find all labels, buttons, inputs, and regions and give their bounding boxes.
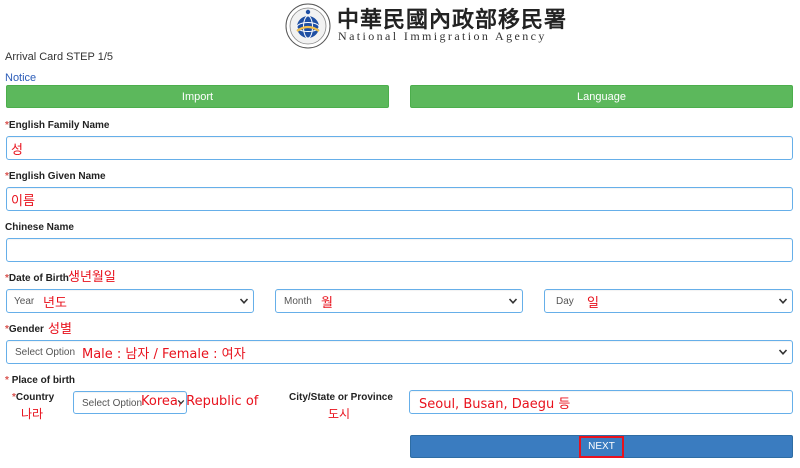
language-button[interactable]: Language bbox=[410, 85, 793, 108]
chinese-name-label: Chinese Name bbox=[5, 222, 74, 233]
step-indicator: Arrival Card STEP 1/5 bbox=[5, 51, 114, 63]
country-value-annotation: Korea, Republic of bbox=[141, 394, 259, 409]
birth-month-select[interactable] bbox=[275, 289, 523, 313]
birth-day-select[interactable] bbox=[544, 289, 793, 313]
city-annotation: 도시 bbox=[328, 407, 351, 421]
country-label: *Country bbox=[12, 392, 55, 403]
birth-day-value: Day bbox=[556, 296, 574, 307]
chevron-down-icon bbox=[778, 298, 788, 304]
birth-month-value: Month bbox=[284, 296, 312, 307]
notice-link[interactable]: Notice bbox=[5, 72, 36, 84]
city-value-annotation: Seoul, Busan, Daegu 등 bbox=[419, 397, 571, 412]
birth-year-value: Year bbox=[14, 296, 35, 307]
agency-name-english: National Immigration Agency bbox=[338, 29, 547, 43]
chinese-name-input[interactable] bbox=[6, 238, 793, 262]
given-name-input[interactable] bbox=[6, 187, 793, 211]
chevron-down-icon bbox=[239, 298, 249, 304]
date-of-birth-annotation: 생년월일 bbox=[68, 270, 116, 285]
city-label: City/State or Province bbox=[289, 392, 393, 403]
next-button[interactable]: NEXT bbox=[410, 435, 793, 458]
gender-label: *Gender bbox=[5, 324, 44, 335]
next-button-label: NEXT bbox=[579, 435, 624, 458]
immigration-agency-emblem-icon bbox=[285, 3, 331, 49]
given-name-label: *English Given Name bbox=[5, 171, 106, 182]
page-header: 中華民國內政部移民署 National Immigration Agency bbox=[0, 0, 800, 49]
birth-day-annotation: 일 bbox=[587, 296, 599, 311]
gender-options-annotation: Male : 남자 / Female : 여자 bbox=[82, 347, 246, 362]
chevron-down-icon bbox=[778, 349, 788, 355]
family-name-annotation: 성 bbox=[11, 143, 23, 158]
country-annotation: 나라 bbox=[21, 407, 44, 421]
birth-month-annotation: 월 bbox=[321, 296, 333, 311]
import-button[interactable]: Import bbox=[6, 85, 389, 108]
date-of-birth-label: *Date of Birth bbox=[5, 273, 69, 284]
given-name-annotation: 이름 bbox=[11, 194, 35, 209]
gender-annotation: 성별 bbox=[48, 322, 72, 337]
chevron-down-icon bbox=[508, 298, 518, 304]
gender-value: Select Option bbox=[15, 347, 76, 358]
family-name-input[interactable] bbox=[6, 136, 793, 160]
place-of-birth-label: * Place of birth bbox=[5, 375, 76, 386]
family-name-label: *English Family Name bbox=[5, 120, 110, 131]
country-value: Select Option bbox=[82, 398, 143, 409]
birth-year-annotation: 년도 bbox=[43, 296, 67, 311]
